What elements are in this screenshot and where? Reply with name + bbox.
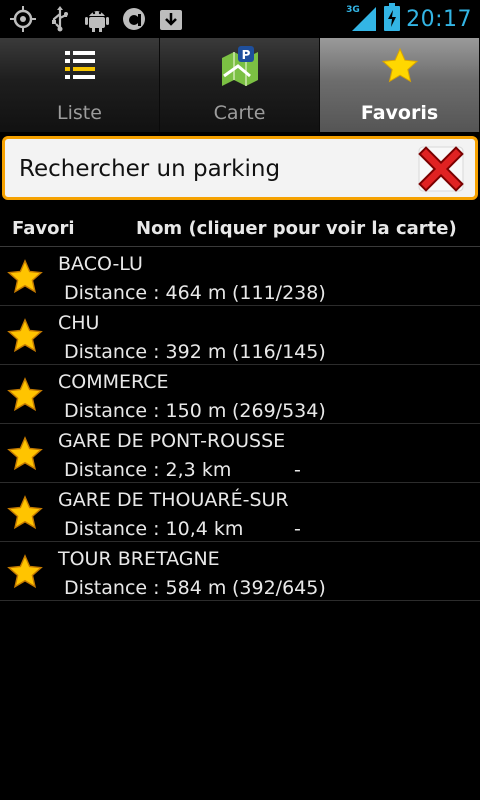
parking-distance: Distance : 150 m xyxy=(64,400,227,422)
favorite-star-icon[interactable] xyxy=(6,376,44,414)
gps-icon xyxy=(10,6,36,32)
tab-label: Carte xyxy=(213,102,266,124)
list-item[interactable]: GARE DE PONT-ROUSSE Distance : 2,3 km - xyxy=(0,424,480,483)
svg-text:P: P xyxy=(241,48,250,62)
list-item[interactable]: GARE DE THOUARÉ-SUR Distance : 10,4 km - xyxy=(0,483,480,542)
parking-name: TOUR BRETAGNE xyxy=(58,548,220,570)
parking-occupancy: - xyxy=(294,459,301,481)
battery-icon xyxy=(384,3,401,35)
download-icon xyxy=(158,6,184,32)
parking-name: BACO-LU xyxy=(58,253,143,275)
parking-distance: Distance : 464 m xyxy=(64,282,227,304)
parking-occupancy: (269/534) xyxy=(232,400,326,422)
favorite-star-icon[interactable] xyxy=(6,317,44,355)
close-icon[interactable] xyxy=(417,145,465,193)
app-icon xyxy=(121,6,147,32)
tab-favoris[interactable]: Favoris xyxy=(320,38,480,132)
tab-carte[interactable]: P Carte xyxy=(160,38,320,132)
map-icon: P xyxy=(220,46,260,86)
status-bar: 3G 20:17 xyxy=(0,0,480,38)
parking-distance: Distance : 584 m xyxy=(64,577,227,599)
column-favori: Favori xyxy=(12,218,75,239)
favorite-star-icon[interactable] xyxy=(6,435,44,473)
tab-bar: Liste P Carte Favoris xyxy=(0,38,480,132)
column-header: Favori Nom (cliquer pour voir la carte) xyxy=(0,210,480,246)
favorite-star-icon[interactable] xyxy=(6,258,44,296)
notification-icons xyxy=(10,5,184,33)
parking-name: GARE DE PONT-ROUSSE xyxy=(58,430,286,452)
parking-distance: Distance : 2,3 km xyxy=(64,459,232,481)
list-item[interactable]: CHU Distance : 392 m (116/145) xyxy=(0,306,480,365)
parking-occupancy: - xyxy=(294,518,301,540)
clock: 20:17 xyxy=(406,6,472,32)
parking-list: BACO-LU Distance : 464 m (111/238) CHU D… xyxy=(0,247,480,601)
android-debug-icon xyxy=(84,6,110,32)
parking-name: GARE DE THOUARÉ-SUR xyxy=(58,489,289,511)
parking-occupancy: (392/645) xyxy=(232,577,326,599)
parking-distance: Distance : 392 m xyxy=(64,341,227,363)
parking-occupancy: (116/145) xyxy=(232,341,326,363)
list-item[interactable]: TOUR BRETAGNE Distance : 584 m (392/645) xyxy=(0,542,480,601)
favorite-star-icon[interactable] xyxy=(6,553,44,591)
favorite-star-icon[interactable] xyxy=(6,494,44,532)
list-item[interactable]: BACO-LU Distance : 464 m (111/238) xyxy=(0,247,480,306)
list-icon xyxy=(60,46,100,86)
parking-distance: Distance : 10,4 km xyxy=(64,518,244,540)
column-nom: Nom (cliquer pour voir la carte) xyxy=(136,218,457,239)
tab-label: Favoris xyxy=(360,102,439,124)
search-field[interactable]: Rechercher un parking xyxy=(2,136,478,200)
list-item[interactable]: COMMERCE Distance : 150 m (269/534) xyxy=(0,365,480,424)
star-icon xyxy=(380,46,420,86)
signal-icon: 3G xyxy=(346,5,378,33)
tab-label: Liste xyxy=(57,102,102,124)
tab-liste[interactable]: Liste xyxy=(0,38,160,132)
system-indicators: 3G 20:17 xyxy=(346,3,472,35)
parking-name: CHU xyxy=(58,312,100,334)
parking-occupancy: (111/238) xyxy=(232,282,326,304)
usb-icon xyxy=(47,6,73,32)
parking-name: COMMERCE xyxy=(58,371,169,393)
search-input[interactable]: Rechercher un parking xyxy=(19,156,280,182)
